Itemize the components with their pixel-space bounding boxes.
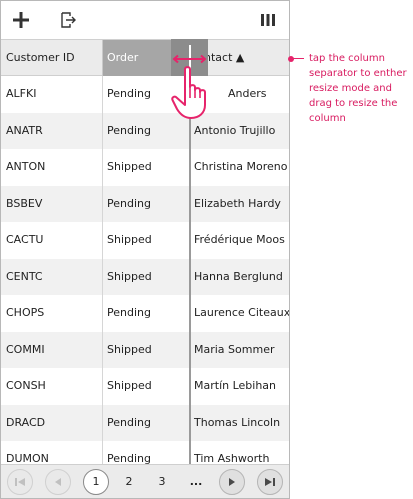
column-divider[interactable] — [102, 76, 103, 464]
column-divider-resizing[interactable] — [189, 76, 191, 464]
cell-order: Shipped — [107, 233, 152, 246]
page-3-button[interactable]: 3 — [149, 469, 175, 495]
cell-contact: Martín Lebihan — [194, 379, 277, 392]
resize-arrows-icon — [172, 54, 207, 64]
cell-customer-id: ANATR — [6, 123, 43, 137]
table-row[interactable]: ALFKI Pending Anders — [1, 76, 289, 113]
grid-frame: Customer ID Order ntact ▲ ALFKI Pending … — [0, 0, 290, 499]
page-2-button[interactable]: 2 — [116, 469, 142, 495]
more-pages-button[interactable]: ... — [183, 469, 209, 495]
annotation-text: tap the column separator to enther resiz… — [309, 53, 407, 124]
cell-order: Pending — [107, 306, 151, 319]
cell-contact: Christina Moreno — [194, 160, 288, 173]
export-icon[interactable] — [58, 10, 78, 30]
cell-order: Pending — [107, 196, 151, 210]
cell-contact: Thomas Lincoln — [194, 415, 281, 429]
grid-header: Customer ID Order ntact ▲ — [1, 39, 289, 76]
cell-customer-id: ANTON — [6, 160, 46, 173]
table-row[interactable]: CONSH Shipped Martín Lebihan — [1, 368, 289, 405]
plus-icon[interactable] — [11, 10, 31, 30]
cell-order: Pending — [107, 415, 151, 429]
table-row[interactable]: BSBEV Pending Elizabeth Hardy — [1, 185, 289, 222]
touch-hand-icon — [171, 66, 206, 119]
prev-page-button[interactable] — [45, 469, 71, 495]
cell-contact: Elizabeth Hardy — [194, 196, 281, 210]
table-row[interactable]: CACTU Shipped Frédérique Moos — [1, 222, 289, 259]
last-page-button[interactable] — [257, 469, 283, 495]
cell-customer-id: ALFKI — [6, 87, 37, 100]
next-page-icon — [229, 478, 235, 486]
cell-customer-id: CONSH — [6, 379, 46, 392]
first-page-button[interactable] — [7, 469, 33, 495]
next-page-button[interactable] — [219, 469, 245, 495]
cell-order: Shipped — [107, 269, 152, 283]
cell-contact: Hanna Berglund — [194, 269, 283, 283]
table-row[interactable]: ANTON Shipped Christina Moreno — [1, 149, 289, 186]
table-row[interactable]: COMMI Shipped Maria Sommer — [1, 331, 289, 368]
cell-customer-id: BSBEV — [6, 196, 43, 210]
page-1-button[interactable]: 1 — [83, 469, 109, 495]
cell-contact: Laurence Citeaux — [194, 306, 289, 319]
cell-customer-id: CHOPS — [6, 306, 45, 319]
cell-order: Shipped — [107, 160, 152, 173]
last-page-icon — [265, 478, 275, 486]
cell-contact: Maria Sommer — [194, 342, 275, 356]
header-customer-id[interactable]: Customer ID — [1, 40, 102, 76]
table-row[interactable]: CENTC Shipped Hanna Berglund — [1, 258, 289, 295]
first-page-icon — [15, 478, 25, 486]
cell-customer-id: COMMI — [6, 342, 45, 356]
table-row[interactable]: CHOPS Pending Laurence Citeaux — [1, 295, 289, 332]
table-row[interactable]: ANATR Pending Antonio Trujillo — [1, 112, 289, 149]
header-order[interactable]: Order — [102, 40, 171, 76]
cell-order: Shipped — [107, 342, 152, 356]
annotation-line — [290, 58, 304, 59]
prev-page-icon — [55, 478, 61, 486]
columns-icon[interactable] — [258, 10, 278, 30]
header-separator[interactable] — [102, 40, 103, 76]
cell-order: Shipped — [107, 379, 152, 392]
cell-customer-id: DRACD — [6, 415, 46, 429]
pager: 1 2 3 ... — [1, 464, 289, 498]
cell-contact: Frédérique Moos — [194, 233, 285, 246]
toolbar — [1, 1, 289, 39]
cell-customer-id: CENTC — [6, 269, 43, 283]
table-row[interactable]: DUMON Pending Tim Ashworth — [1, 441, 289, 465]
table-row[interactable]: DRACD Pending Thomas Lincoln — [1, 404, 289, 441]
cell-customer-id: CACTU — [6, 233, 44, 246]
